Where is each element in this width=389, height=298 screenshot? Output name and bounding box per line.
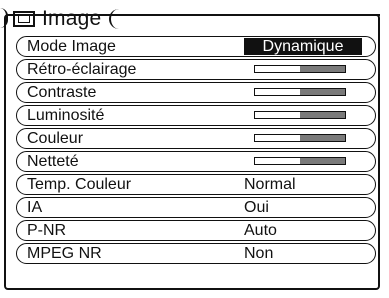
row-label: Netteté xyxy=(27,152,79,170)
row-label: Couleur xyxy=(27,129,84,147)
row-mpeg-nr[interactable]: MPEG NR Non xyxy=(16,243,376,264)
slider-fill xyxy=(300,112,345,118)
row-mode-image[interactable]: Mode Image Dynamique xyxy=(16,36,376,57)
mode-image-value[interactable]: Dynamique xyxy=(244,38,362,55)
contrast-slider[interactable] xyxy=(254,88,346,96)
slider-fill xyxy=(300,66,345,72)
slider-fill xyxy=(300,135,345,141)
slider-fill xyxy=(300,158,345,164)
color-temp-value[interactable]: Normal xyxy=(244,176,362,194)
backlight-slider[interactable] xyxy=(254,65,346,73)
row-brightness[interactable]: Luminosité xyxy=(16,105,376,126)
row-label: IA xyxy=(27,198,43,216)
row-backlight[interactable]: Rétro-éclairage xyxy=(16,59,376,80)
row-sharpness[interactable]: Netteté xyxy=(16,151,376,172)
row-p-nr[interactable]: P-NR Auto xyxy=(16,220,376,241)
color-slider[interactable] xyxy=(254,134,346,142)
osd-screen: Image Mode Image Dynamique Rétro-éclaira… xyxy=(0,0,389,298)
ia-value[interactable]: Oui xyxy=(244,199,362,217)
row-color-temp[interactable]: Temp. Couleur Normal xyxy=(16,174,376,195)
row-label: Luminosité xyxy=(27,106,105,124)
p-nr-value[interactable]: Auto xyxy=(244,222,362,240)
row-label: Contraste xyxy=(27,83,97,101)
row-label: MPEG NR xyxy=(27,244,102,262)
row-contrast[interactable]: Contraste xyxy=(16,82,376,103)
sharpness-slider[interactable] xyxy=(254,157,346,165)
row-label: Temp. Couleur xyxy=(27,175,132,193)
row-label: P-NR xyxy=(27,221,67,239)
slider-fill xyxy=(300,89,345,95)
row-ia[interactable]: IA Oui xyxy=(16,197,376,218)
row-label: Mode Image xyxy=(27,37,116,55)
row-color[interactable]: Couleur xyxy=(16,128,376,149)
mpeg-nr-value[interactable]: Non xyxy=(244,245,362,263)
brightness-slider[interactable] xyxy=(254,111,346,119)
row-label: Rétro-éclairage xyxy=(27,60,137,78)
settings-list: Mode Image Dynamique Rétro-éclairage Con… xyxy=(16,36,376,266)
